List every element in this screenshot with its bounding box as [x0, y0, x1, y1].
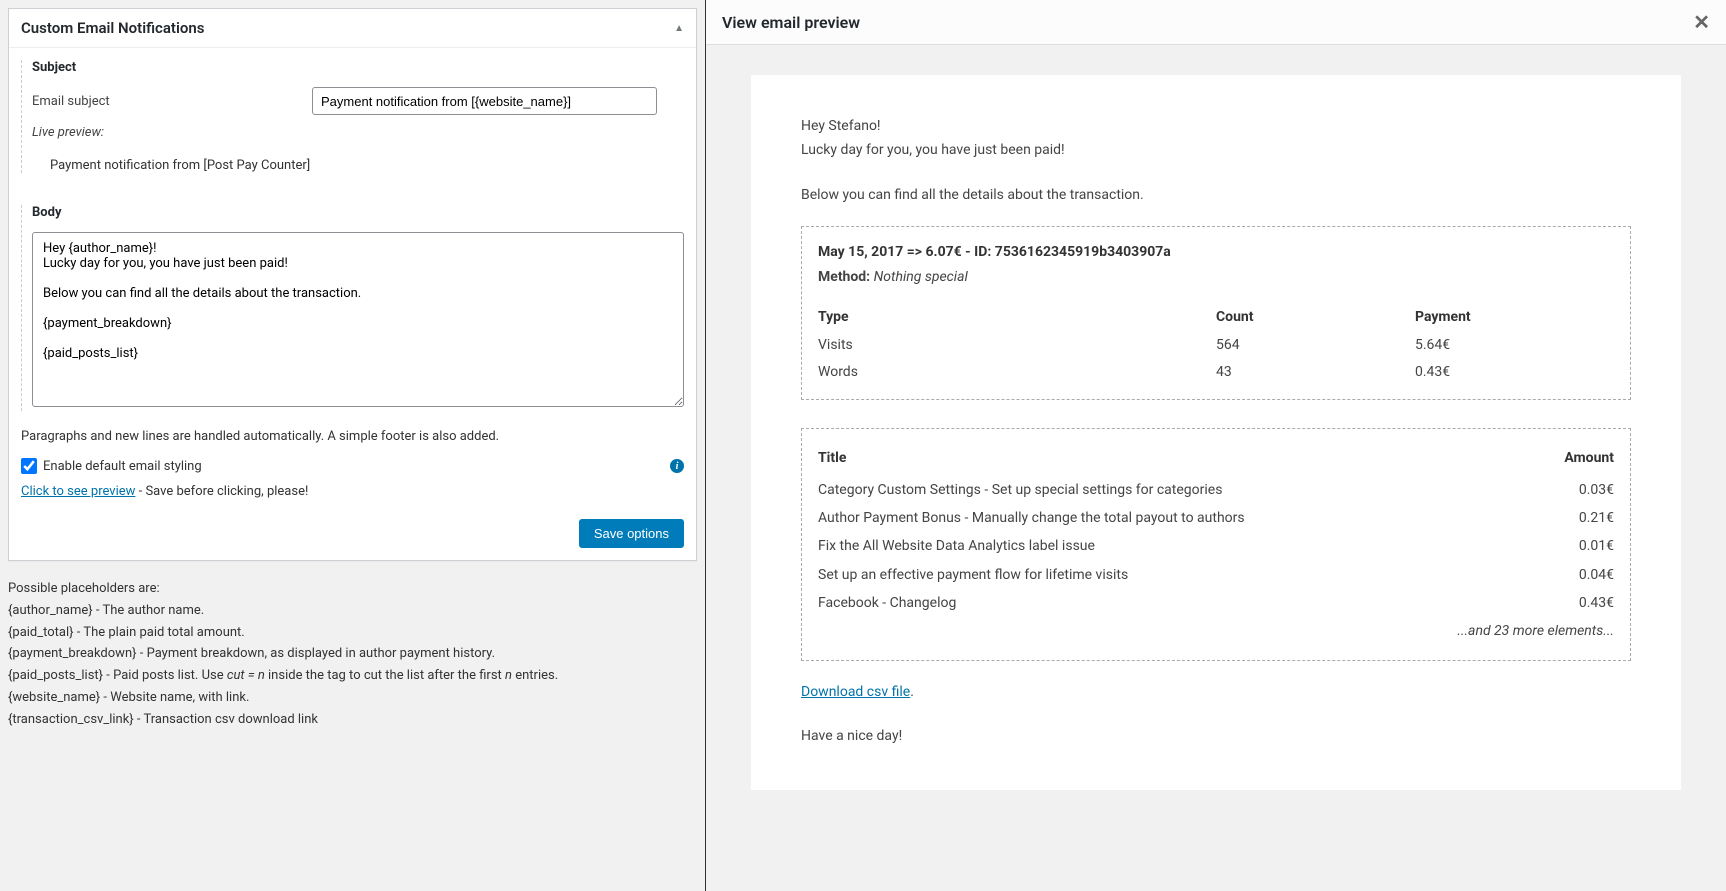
close-icon[interactable]: ✕	[1693, 10, 1710, 34]
cell-title: Set up an effective payment flow for lif…	[818, 561, 1534, 589]
live-preview-label: Live preview:	[32, 125, 312, 140]
table-header-row: Title Amount	[818, 443, 1614, 475]
table-row: Words 43 0.43€	[818, 359, 1614, 385]
placeholders-help: Possible placeholders are: {author_name}…	[8, 579, 697, 731]
cell-payment: 0.43€	[1415, 359, 1614, 385]
cell-type: Visits	[818, 332, 1216, 358]
col-amount: Amount	[1534, 443, 1614, 475]
body-help-text: Paragraphs and new lines are handled aut…	[21, 429, 684, 444]
email-line1: Lucky day for you, you have just been pa…	[801, 139, 1631, 161]
modal-header: View email preview ✕	[706, 0, 1726, 45]
modal-title: View email preview	[722, 13, 860, 32]
table-row: Facebook - Changelog 0.43€	[818, 589, 1614, 617]
card-title: Custom Email Notifications	[21, 19, 204, 37]
cell-amount: 0.43€	[1534, 589, 1614, 617]
cell-amount: 0.21€	[1534, 504, 1614, 532]
preview-link[interactable]: Click to see preview	[21, 484, 135, 499]
placeholder-item: {paid_total} - The plain paid total amou…	[8, 623, 697, 644]
method-label: Method:	[818, 269, 870, 285]
settings-panel: Custom Email Notifications ▲ Subject Ema…	[0, 0, 705, 891]
cell-amount: 0.03€	[1534, 476, 1614, 504]
cell-payment: 5.64€	[1415, 332, 1614, 358]
email-greeting: Hey Stefano!	[801, 115, 1631, 137]
col-title: Title	[818, 443, 1534, 475]
col-count: Count	[1216, 302, 1415, 332]
payment-breakdown-box: May 15, 2017 => 6.07€ - ID: 753616234591…	[801, 226, 1631, 400]
method-value: Nothing special	[874, 269, 968, 285]
enable-styling-row: Enable default email styling i	[21, 458, 684, 474]
paid-posts-box: Title Amount Category Custom Settings - …	[801, 428, 1631, 661]
table-row: Set up an effective payment flow for lif…	[818, 561, 1614, 589]
card-header: Custom Email Notifications ▲	[9, 9, 696, 48]
preview-link-row: Click to see preview - Save before click…	[21, 484, 684, 499]
body-section-title: Body	[32, 205, 684, 220]
live-preview-row: Live preview:	[32, 125, 684, 140]
cell-title: Fix the All Website Data Analytics label…	[818, 532, 1534, 560]
cell-type: Words	[818, 359, 1216, 385]
placeholder-item: {paid_posts_list} - Paid posts list. Use…	[8, 666, 697, 687]
email-subject-label: Email subject	[32, 94, 312, 109]
email-subject-row: Email subject	[32, 87, 684, 115]
preview-panel: View email preview ✕ Hey Stefano! Lucky …	[705, 0, 1726, 891]
breakdown-header: May 15, 2017 => 6.07€ - ID: 753616234591…	[818, 241, 1614, 263]
cell-title: Category Custom Settings - Set up specia…	[818, 476, 1534, 504]
table-row: Fix the All Website Data Analytics label…	[818, 532, 1614, 560]
email-line2: Below you can find all the details about…	[801, 184, 1631, 206]
more-elements-text: ...and 23 more elements...	[818, 617, 1614, 645]
body-section: Body	[21, 205, 684, 411]
col-payment: Payment	[1415, 302, 1614, 332]
cell-count: 43	[1216, 359, 1415, 385]
email-body-textarea[interactable]	[32, 232, 684, 407]
custom-email-card: Custom Email Notifications ▲ Subject Ema…	[8, 8, 697, 561]
table-row: Author Payment Bonus - Manually change t…	[818, 504, 1614, 532]
enable-styling-checkbox[interactable]	[21, 458, 37, 474]
placeholders-intro: Possible placeholders are:	[8, 579, 697, 600]
table-more-row: ...and 23 more elements...	[818, 617, 1614, 645]
breakdown-table: Type Count Payment Visits 564 5.64€ Word…	[818, 302, 1614, 385]
table-row: Category Custom Settings - Set up specia…	[818, 476, 1614, 504]
card-body: Subject Email subject Live preview: Paym…	[9, 48, 696, 560]
placeholder-item: {author_name} - The author name.	[8, 601, 697, 622]
cell-count: 564	[1216, 332, 1415, 358]
posts-table: Title Amount Category Custom Settings - …	[818, 443, 1614, 646]
col-type: Type	[818, 302, 1216, 332]
placeholder-item: {transaction_csv_link} - Transaction csv…	[8, 710, 697, 731]
csv-link-row: Download csv file.	[801, 681, 1631, 703]
enable-styling-label-wrap[interactable]: Enable default email styling	[21, 458, 202, 474]
table-row: Visits 564 5.64€	[818, 332, 1614, 358]
email-preview: Hey Stefano! Lucky day for you, you have…	[751, 75, 1681, 790]
email-closing: Have a nice day!	[801, 725, 1631, 747]
cell-title: Author Payment Bonus - Manually change t…	[818, 504, 1534, 532]
preview-hint: - Save before clicking, please!	[135, 484, 308, 499]
enable-styling-label: Enable default email styling	[43, 459, 202, 474]
placeholder-item: {website_name} - Website name, with link…	[8, 688, 697, 709]
breakdown-method: Method: Nothing special	[818, 266, 1614, 288]
modal-body[interactable]: Hey Stefano! Lucky day for you, you have…	[706, 45, 1726, 891]
info-icon[interactable]: i	[670, 459, 684, 473]
download-csv-link[interactable]: Download csv file	[801, 684, 910, 700]
save-button[interactable]: Save options	[579, 519, 684, 548]
cell-amount: 0.01€	[1534, 532, 1614, 560]
email-subject-input[interactable]	[312, 87, 657, 115]
placeholder-item: {payment_breakdown} - Payment breakdown,…	[8, 644, 697, 665]
live-preview-text: Payment notification from [Post Pay Coun…	[32, 150, 684, 173]
subject-section-title: Subject	[32, 60, 684, 75]
table-header-row: Type Count Payment	[818, 302, 1614, 332]
button-row: Save options	[21, 519, 684, 548]
cell-amount: 0.04€	[1534, 561, 1614, 589]
subject-section: Subject Email subject Live preview: Paym…	[21, 60, 684, 173]
cell-title: Facebook - Changelog	[818, 589, 1534, 617]
collapse-toggle-icon[interactable]: ▲	[674, 23, 684, 34]
